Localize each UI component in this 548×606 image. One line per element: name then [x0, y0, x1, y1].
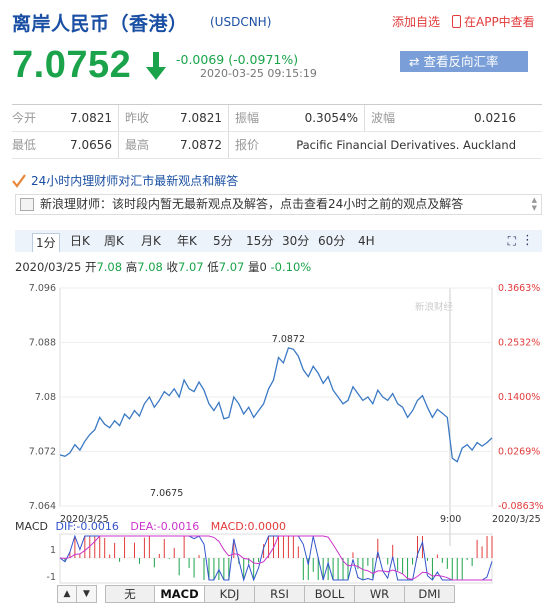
stat-label: 今开 [12, 111, 37, 125]
stats-table: 今开 7.0821 昨收 7.0821 振幅 0.3054% 波幅 0.0216… [12, 104, 542, 159]
stat-label: 最低 [12, 138, 37, 152]
stats-row: 今开 7.0821 昨收 7.0821 振幅 0.3054% 波幅 0.0216 [12, 105, 542, 132]
y-tick-label: 7.096 [29, 283, 56, 294]
reverse-rate-button[interactable]: ⇄ 查看反向汇率 [400, 51, 528, 72]
tab-rsi[interactable]: RSI [255, 585, 305, 603]
commentary-box[interactable]: 新浪理财师：该时段内暂无最新观点及解答，点击查看24小时之前的观点及解答 ▲ ▼ [15, 194, 542, 215]
stat-label: 昨收 [118, 105, 166, 131]
scroll-arrows-icon[interactable]: ▲ ▼ [532, 196, 537, 212]
stat-label: 波幅 [364, 105, 412, 131]
stat-value: 0.3054% [304, 111, 358, 125]
tab-dmi[interactable]: DMI [405, 585, 455, 603]
stat-label: 最高 [118, 132, 166, 158]
high-annotation: 7.0872 [272, 334, 305, 345]
down-arrow-icon [146, 52, 166, 80]
low-annotation: 7.0675 [150, 488, 183, 499]
avatar-icon [20, 198, 34, 211]
stat-value: 7.0656 [70, 138, 112, 152]
scroll-down-icon[interactable]: ▼ [77, 585, 97, 603]
quote-timestamp: 2020-03-25 09:15:19 [200, 67, 317, 80]
stat-value: 7.0821 [70, 111, 112, 125]
tab-boll[interactable]: BOLL [305, 585, 355, 603]
y-tick-label-right: 0.0269% [498, 447, 540, 458]
tab-5min[interactable]: 5分 [213, 232, 233, 251]
period-tabbar: 1分 日K 周K 月K 年K 5分 15分 30分 60分 4H ⛶ ⋮ [15, 230, 542, 252]
macd-legend: MACD DIF:-0.0016 DEA:-0.0016 MACD:0.0000 [15, 520, 286, 533]
indicator-tabbar: ▲ ▼ 无 MACD KDJ RSI BOLL WR DMI [57, 585, 455, 603]
tab-none[interactable]: 无 [105, 585, 155, 603]
y-tick-label-right: -0.0863% [498, 501, 544, 512]
stat-label: 振幅 [228, 105, 276, 131]
x-tick-label: 2020/3/25 [492, 514, 541, 525]
stat-label: 报价 [228, 132, 276, 158]
tab-weekly[interactable]: 周K [104, 232, 124, 251]
tab-1min[interactable]: 1分 [32, 233, 60, 252]
tab-yearly[interactable]: 年K [177, 232, 197, 251]
phone-icon [452, 15, 461, 28]
commentary-banner[interactable]: 24小时内理财师对汇市最新观点和解答 [12, 172, 238, 189]
tab-30min[interactable]: 30分 [282, 232, 309, 251]
y-tick-label: 7.08 [35, 392, 56, 403]
ohlc-summary: 2020/03/25 开7.08 高7.08 收7.07 低7.07 量0 -0… [15, 260, 312, 274]
x-tick-label: 9:00 [440, 514, 461, 525]
checkmark-icon [12, 174, 26, 188]
y-tick-label-right: 0.3663% [498, 283, 540, 294]
tab-kdj[interactable]: KDJ [205, 585, 255, 603]
y-tick-label: 7.064 [29, 501, 56, 512]
y-tick-label: 7.072 [29, 447, 56, 458]
page-title: 离岸人民币（香港） [12, 13, 188, 35]
commentary-text: 新浪理财师：该时段内暂无最新观点及解答，点击查看24小时之前的观点及解答 [40, 197, 464, 211]
y-tick-label: 7.088 [29, 338, 56, 349]
watermark: 新浪财经 [415, 301, 454, 313]
tab-4h[interactable]: 4H [358, 232, 375, 251]
tab-60min[interactable]: 60分 [318, 232, 345, 251]
price-chart[interactable]: 7.096 0.3663% 7.088 0.2532% 7.08 0.1400% 7.072… [0, 278, 548, 588]
tab-monthly[interactable]: 月K [141, 232, 161, 251]
stat-value: 7.0821 [180, 111, 222, 125]
quote-source: Pacific Financial Derivatives. Auckland [296, 138, 516, 152]
price-change: -0.0069 (-0.0971%) [176, 52, 299, 67]
tab-15min[interactable]: 15分 [246, 232, 273, 251]
macd-tick: 1 [50, 545, 56, 556]
stat-value: 7.0872 [180, 138, 222, 152]
symbol-code: (USDCNH) [210, 15, 272, 29]
add-watchlist-link[interactable]: 添加自选 [392, 13, 440, 30]
macd-tick: -1 [47, 572, 56, 583]
y-tick-label-right: 0.1400% [498, 392, 540, 403]
swap-icon: ⇄ [409, 54, 424, 69]
stats-row: 最低 7.0656 最高 7.0872 报价 Pacific Financial… [12, 132, 542, 159]
fullscreen-icon[interactable]: ⛶ [508, 234, 516, 249]
y-tick-label-right: 0.2532% [498, 338, 540, 349]
more-icon[interactable]: ⋮ [521, 233, 534, 248]
tab-daily[interactable]: 日K [70, 232, 90, 251]
scroll-up-icon[interactable]: ▲ [57, 585, 77, 603]
price-line [59, 347, 493, 463]
stat-value: 0.0216 [474, 111, 516, 125]
tab-wr[interactable]: WR [355, 585, 405, 603]
app-view-link[interactable]: 在APP中查看 [452, 13, 535, 30]
current-price: 7.0752 [12, 44, 132, 86]
tab-macd[interactable]: MACD [155, 585, 205, 603]
